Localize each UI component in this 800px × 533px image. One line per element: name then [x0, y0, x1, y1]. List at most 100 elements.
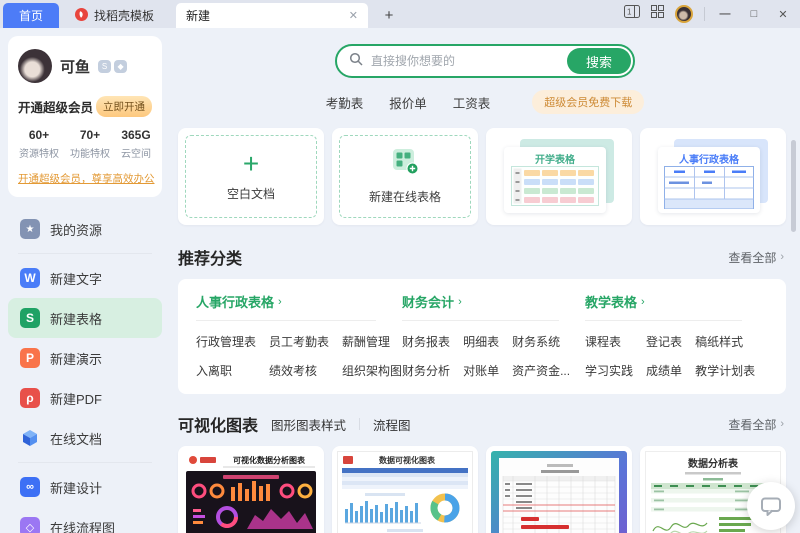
sidebar-item-new-presentation[interactable]: P 新建演示 — [8, 338, 162, 378]
recommend-section-header: 推荐分类 查看全部 › — [178, 245, 784, 269]
sidebar-item-my-resources[interactable]: ★ 我的资源 — [8, 209, 162, 249]
card-label: 新建在线表格 — [368, 190, 441, 204]
category-link[interactable]: 明细表 — [463, 333, 499, 350]
category-link[interactable]: 对账单 — [463, 362, 499, 379]
main-content: 搜索 考勤表 报价单 工资表 超级会员免费下载 + 空白文档 — [170, 28, 800, 533]
category-title[interactable]: 教学表格 › — [585, 292, 768, 311]
category-link[interactable]: 课程表 — [585, 333, 633, 350]
sidebar-item-new-sheet[interactable]: S 新建表格 — [8, 298, 162, 338]
category-link[interactable]: 成绩单 — [646, 362, 682, 379]
category-title[interactable]: 财务会计 › — [402, 292, 585, 311]
online-sheet-card[interactable]: 新建在线表格 — [332, 128, 478, 225]
category-link[interactable]: 财务报表 — [402, 333, 450, 350]
view-all-label: 查看全部 — [728, 250, 777, 265]
star-icon: ★ — [20, 219, 40, 239]
category-link[interactable]: 组织架构图 — [342, 362, 402, 379]
category-link[interactable]: 行政管理表 — [196, 333, 256, 350]
app-window: 首页 找稻壳模板 新建 ✕ + 1 — □ ✕ 可鱼 S ◆ 开通超级会员 立即… — [0, 0, 800, 533]
member-heading: 开通超级会员 — [18, 101, 94, 115]
svg-text:1: 1 — [627, 8, 632, 17]
sidebar-menu: ★ 我的资源 W 新建文字 S 新建表格 P 新建演示 ρ 新建PDF 在线文档… — [0, 209, 170, 533]
category-link[interactable]: 学习实践 — [585, 362, 633, 379]
docer-icon — [75, 7, 88, 24]
chevron-right-icon: › — [458, 295, 462, 308]
sidebar-item-label: 新建文字 — [50, 271, 103, 287]
sidebar-item-label: 在线流程图 — [50, 520, 116, 533]
search-bar: 搜索 — [335, 44, 635, 78]
maximize-button[interactable]: □ — [745, 8, 763, 20]
new-tab-button[interactable]: + — [376, 3, 402, 28]
quick-link-payroll[interactable]: 工资表 — [453, 93, 491, 112]
apps-grid-icon[interactable] — [651, 5, 664, 23]
design-icon: ∞ — [20, 477, 40, 497]
category-link[interactable]: 教学计划表 — [695, 362, 755, 379]
category-link[interactable]: 稿纸样式 — [695, 333, 755, 350]
category-link[interactable]: 绩效考核 — [269, 362, 329, 379]
search-button[interactable]: 搜索 — [567, 48, 631, 74]
template-title: 人事行政表格 — [679, 154, 739, 166]
thumb-title: 可视化数据分析图表 — [233, 455, 306, 465]
stat-value: 70+ — [79, 128, 101, 142]
sheet-icon: S — [20, 308, 40, 328]
category-link[interactable]: 财务系统 — [512, 333, 570, 350]
sidebar: 可鱼 S ◆ 开通超级会员 立即开通 60+ 资源特权 70+ 功能特权 365G 云… — [0, 28, 170, 533]
quick-link-quotation[interactable]: 报价单 — [389, 93, 427, 112]
template-thumb-red-note-table[interactable] — [486, 446, 632, 533]
template-mini-preview: 开学表格 — [504, 146, 606, 213]
template-title: 开学表格 — [535, 154, 575, 166]
thumb-title: 数据可视化图表 — [379, 455, 436, 465]
titlebar-avatar[interactable] — [675, 5, 693, 23]
badge-s-icon: S — [98, 59, 112, 73]
tab-new-document[interactable]: 新建 ✕ — [176, 3, 369, 28]
pdf-icon: ρ — [20, 388, 40, 408]
member-free-download-badge[interactable]: 超级会员免费下载 — [532, 90, 645, 114]
user-avatar[interactable] — [18, 49, 52, 83]
member-promo-link[interactable]: 开通超级会员，尊享高效办公 — [18, 171, 155, 186]
category-link[interactable]: 财务分析 — [402, 362, 450, 379]
category-link[interactable]: 资产资金... — [512, 362, 570, 379]
template-thumb-dark-dashboard[interactable]: 可视化数据分析图表 — [178, 446, 324, 533]
close-button[interactable]: ✕ — [774, 8, 792, 21]
split-view-icon[interactable]: 1 — [624, 5, 640, 23]
presentation-icon: P — [20, 348, 40, 368]
sidebar-item-online-docs[interactable]: 在线文档 — [8, 418, 162, 458]
category-title-label: 教学表格 — [585, 295, 638, 310]
category-divider — [402, 320, 560, 321]
category-title[interactable]: 人事行政表格 › — [196, 292, 402, 311]
category-title-label: 人事行政表格 — [196, 295, 275, 310]
template-thumb-blue-dashboard[interactable]: 数据可视化图表 — [332, 446, 478, 533]
quick-links-row: 考勤表 报价单 工资表 超级会员免费下载 — [170, 90, 800, 114]
tab-close-icon[interactable]: ✕ — [349, 9, 358, 22]
user-name: 可鱼 — [60, 58, 91, 76]
minimize-button[interactable]: — — [716, 8, 734, 20]
search-icon — [349, 52, 363, 71]
thumb-preview — [491, 451, 627, 533]
sidebar-item-new-design[interactable]: ∞ 新建设计 — [8, 467, 162, 507]
sidebar-item-label: 新建设计 — [50, 480, 103, 496]
recommend-view-all[interactable]: 查看全部 › — [728, 249, 784, 266]
category-link[interactable]: 入离职 — [196, 362, 256, 379]
sidebar-item-new-pdf[interactable]: ρ 新建PDF — [8, 378, 162, 418]
tab-flowchart[interactable]: 流程图 — [373, 415, 411, 434]
tab-docer[interactable]: 找稻壳模板 — [61, 3, 168, 28]
recommend-title: 推荐分类 — [178, 251, 243, 268]
sidebar-item-online-flowchart[interactable]: ◇ 在线流程图 — [8, 507, 162, 533]
charts-view-all[interactable]: 查看全部 › — [728, 416, 784, 433]
cube-icon — [20, 428, 40, 448]
blank-doc-card[interactable]: + 空白文档 — [178, 128, 324, 225]
upgrade-button[interactable]: 立即开通 — [96, 96, 152, 117]
hr-form-template-card[interactable]: 人事行政表格 — [640, 128, 786, 225]
category-link[interactable]: 登记表 — [646, 333, 682, 350]
scrollbar-thumb[interactable] — [791, 140, 796, 232]
charts-title: 可视化图表 — [178, 418, 259, 435]
tab-chart-styles[interactable]: 图形图表样式 — [271, 415, 346, 434]
tab-home[interactable]: 首页 — [3, 3, 59, 28]
feedback-chat-button[interactable] — [747, 482, 795, 530]
school-form-template-card[interactable]: 开学表格 — [486, 128, 632, 225]
stat-value: 60+ — [28, 128, 50, 142]
quick-link-attendance[interactable]: 考勤表 — [326, 93, 364, 112]
sidebar-item-new-writer[interactable]: W 新建文字 — [8, 258, 162, 298]
template-mini-preview: 人事行政表格 — [658, 146, 760, 213]
category-link[interactable]: 员工考勤表 — [269, 333, 329, 350]
category-link[interactable]: 薪酬管理 — [342, 333, 402, 350]
